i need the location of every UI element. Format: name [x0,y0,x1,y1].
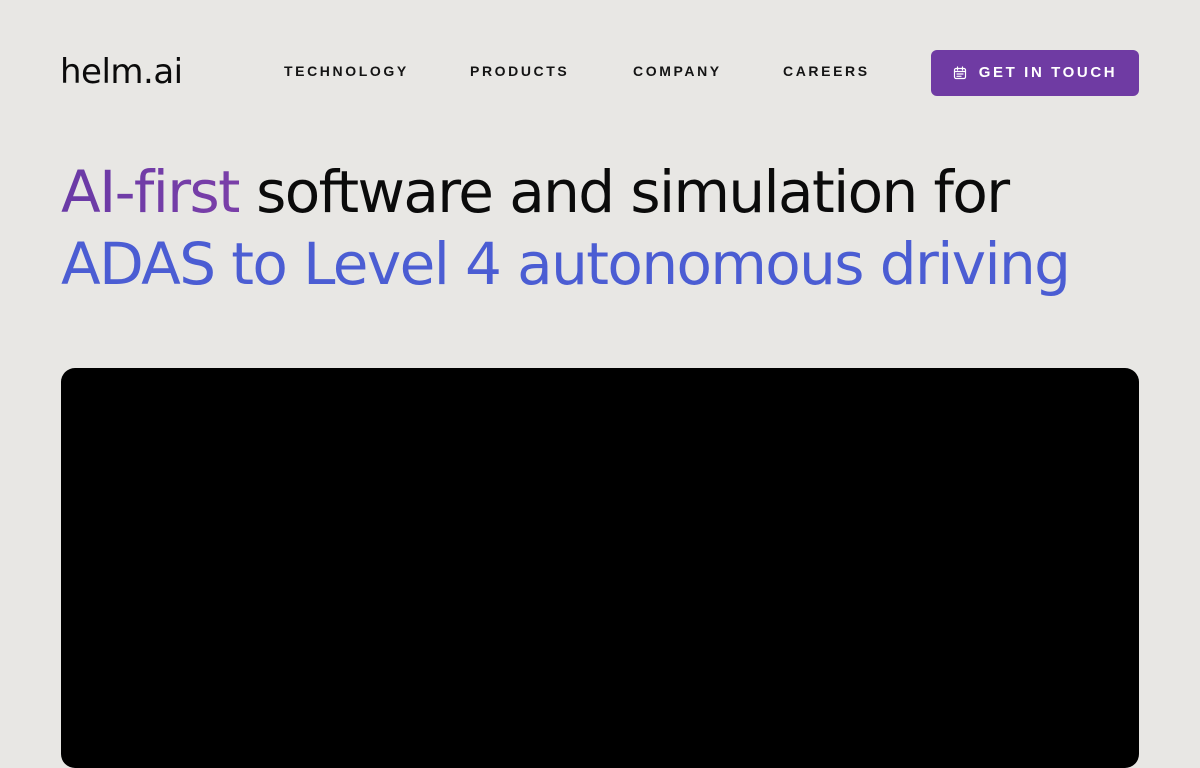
nav-item-products[interactable]: PRODUCTS [470,62,569,80]
calendar-icon [953,66,966,80]
hero-line-1: AI-first software and simulation for [61,156,1141,228]
get-in-touch-button[interactable]: GET IN TOUCH [931,50,1139,96]
nav-item-company[interactable]: COMPANY [633,62,722,80]
site-header: helm.ai TECHNOLOGY PRODUCTS COMPANY CARE… [0,0,1200,145]
nav-item-technology[interactable]: TECHNOLOGY [284,62,409,80]
get-in-touch-label: GET IN TOUCH [978,64,1118,81]
hero-line-1-rest: software and simulation for [239,158,1010,226]
hero-video-panel[interactable] [61,368,1139,768]
nav-item-careers[interactable]: CAREERS [783,62,870,80]
hero-headline: AI-first software and simulation for ADA… [61,156,1141,300]
logo[interactable]: helm.ai [60,52,183,92]
hero-accent-text: AI-first [61,158,241,226]
hero-line-2: ADAS to Level 4 autonomous driving [61,230,1071,298]
